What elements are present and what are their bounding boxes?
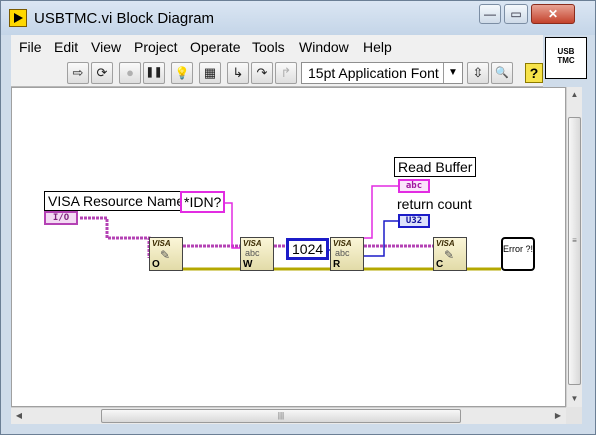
visa-write-node[interactable]: VISA abc W (240, 237, 274, 271)
block-diagram-window: USBTMC.vi Block Diagram — ▭ ✕ File Edit … (0, 0, 596, 435)
horizontal-scrollbar[interactable]: ◀ ||| ▶ (11, 407, 566, 424)
vi-icon-line-1: USB (557, 47, 575, 56)
read-buffer-label[interactable]: Read Buffer (394, 157, 477, 177)
return-count-label[interactable]: return count (397, 196, 472, 212)
node-header: VISA (152, 239, 171, 248)
window-title: USBTMC.vi Block Diagram (34, 10, 215, 27)
vi-icon-line-2: TMC (557, 56, 575, 65)
horizontal-scroll-thumb[interactable]: ||| (101, 409, 461, 423)
labview-app-icon (9, 9, 27, 27)
text-settings-dropdown[interactable]: 15pt Application Font ▼ (301, 62, 463, 84)
idn-string-constant[interactable]: *IDN? (180, 191, 226, 213)
menu-help[interactable]: Help (363, 39, 392, 55)
toolbar: ⇨ ⟳ ● ❚❚ 💡 ▦ ↳ ↷ ↱ 15pt Application Font… (11, 59, 543, 87)
menu-edit[interactable]: Edit (54, 39, 78, 55)
run-continuously-icon[interactable]: ⟳ (91, 62, 113, 84)
simple-error-handler-node[interactable]: Error ?! (501, 237, 535, 271)
context-help-icon[interactable]: ? (525, 63, 543, 83)
step-over-icon[interactable]: ↷ (251, 62, 273, 84)
minimize-button[interactable]: — (479, 4, 501, 24)
vi-icon[interactable]: USB TMC (545, 37, 587, 79)
visa-wire-resource-to-open (80, 216, 151, 258)
chevron-down-icon: ▼ (443, 63, 462, 83)
maximize-button[interactable]: ▭ (504, 4, 528, 24)
menu-operate[interactable]: Operate (190, 39, 241, 55)
clean-up-diagram-icon[interactable]: ⇳ (467, 62, 489, 84)
pencil-icon: ✎ (160, 248, 171, 262)
visa-resource-terminal[interactable]: I/O (44, 211, 78, 225)
node-letter: C (436, 259, 444, 270)
visa-close-node[interactable]: VISA ✎ C (433, 237, 467, 271)
node-header: VISA (436, 239, 455, 248)
abc-icon: abc (245, 248, 260, 258)
abc-icon: abc (335, 248, 350, 258)
step-out-icon[interactable]: ↱ (275, 62, 297, 84)
string-wire-read-to-buffer (364, 185, 398, 239)
menu-view[interactable]: View (91, 39, 121, 55)
scroll-up-icon[interactable]: ▲ (567, 87, 582, 103)
return-count-indicator[interactable]: U32 (398, 214, 430, 228)
visa-open-node[interactable]: VISA ✎ O (149, 237, 183, 271)
highlight-execution-icon[interactable]: 💡 (171, 62, 193, 84)
search-icon[interactable]: 🔍 (491, 62, 513, 84)
pencil-icon: ✎ (444, 248, 455, 262)
menu-tools[interactable]: Tools (252, 39, 285, 55)
visa-read-node[interactable]: VISA abc R (330, 237, 364, 271)
abort-execution-icon[interactable]: ● (119, 62, 141, 84)
scroll-left-icon[interactable]: ◀ (11, 408, 27, 424)
node-letter: W (243, 259, 253, 270)
menu-bar: File Edit View Project Operate Tools Win… (11, 35, 543, 59)
close-button[interactable]: ✕ (531, 4, 575, 24)
resize-grip[interactable] (566, 407, 582, 424)
pause-icon[interactable]: ❚❚ (143, 62, 165, 84)
string-wire-idn-to-write (225, 202, 240, 249)
node-header: VISA (333, 239, 352, 248)
scroll-right-icon[interactable]: ▶ (550, 408, 566, 424)
node-header: VISA (243, 239, 262, 248)
retain-wire-values-icon[interactable]: ▦ (199, 62, 221, 84)
menu-project[interactable]: Project (134, 39, 178, 55)
vertical-scrollbar[interactable]: ▲ ≡ ▼ (566, 87, 582, 407)
visa-resource-label[interactable]: VISA Resource Name (44, 191, 189, 211)
read-buffer-indicator[interactable]: abc (398, 179, 430, 193)
menu-window[interactable]: Window (299, 39, 349, 55)
node-letter: R (333, 259, 341, 270)
menu-file[interactable]: File (19, 39, 42, 55)
font-setting-label: 15pt Application Font (308, 65, 439, 81)
step-into-icon[interactable]: ↳ (227, 62, 249, 84)
block-diagram-canvas[interactable]: VISA Resource Name I/O *IDN? 1024 Read B… (11, 87, 566, 407)
scroll-down-icon[interactable]: ▼ (567, 391, 582, 407)
byte-count-constant[interactable]: 1024 (286, 238, 330, 260)
run-arrow-icon[interactable]: ⇨ (67, 62, 89, 84)
node-letter: O (152, 259, 160, 270)
vertical-scroll-thumb[interactable]: ≡ (568, 117, 581, 385)
title-bar[interactable]: USBTMC.vi Block Diagram — ▭ ✕ (1, 1, 595, 35)
